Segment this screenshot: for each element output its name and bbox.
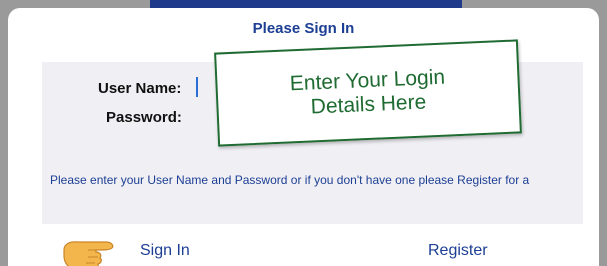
- help-text: Please enter your User Name and Password…: [50, 173, 530, 187]
- sign-in-button[interactable]: Sign In: [140, 242, 190, 260]
- callout-text: Enter Your Login Details Here: [289, 65, 446, 119]
- action-bar: Sign In Register: [8, 230, 599, 266]
- username-input[interactable]: [196, 77, 198, 97]
- pointing-hand-icon: [63, 241, 114, 266]
- register-button[interactable]: Register: [428, 242, 488, 260]
- login-callout: Enter Your Login Details Here: [214, 39, 522, 147]
- username-label: User Name:: [98, 80, 182, 97]
- dialog-title: Please Sign In: [252, 20, 355, 37]
- sign-in-dialog: Please Sign In User Name: Password: Plea…: [8, 8, 599, 266]
- password-label: Password:: [106, 109, 182, 126]
